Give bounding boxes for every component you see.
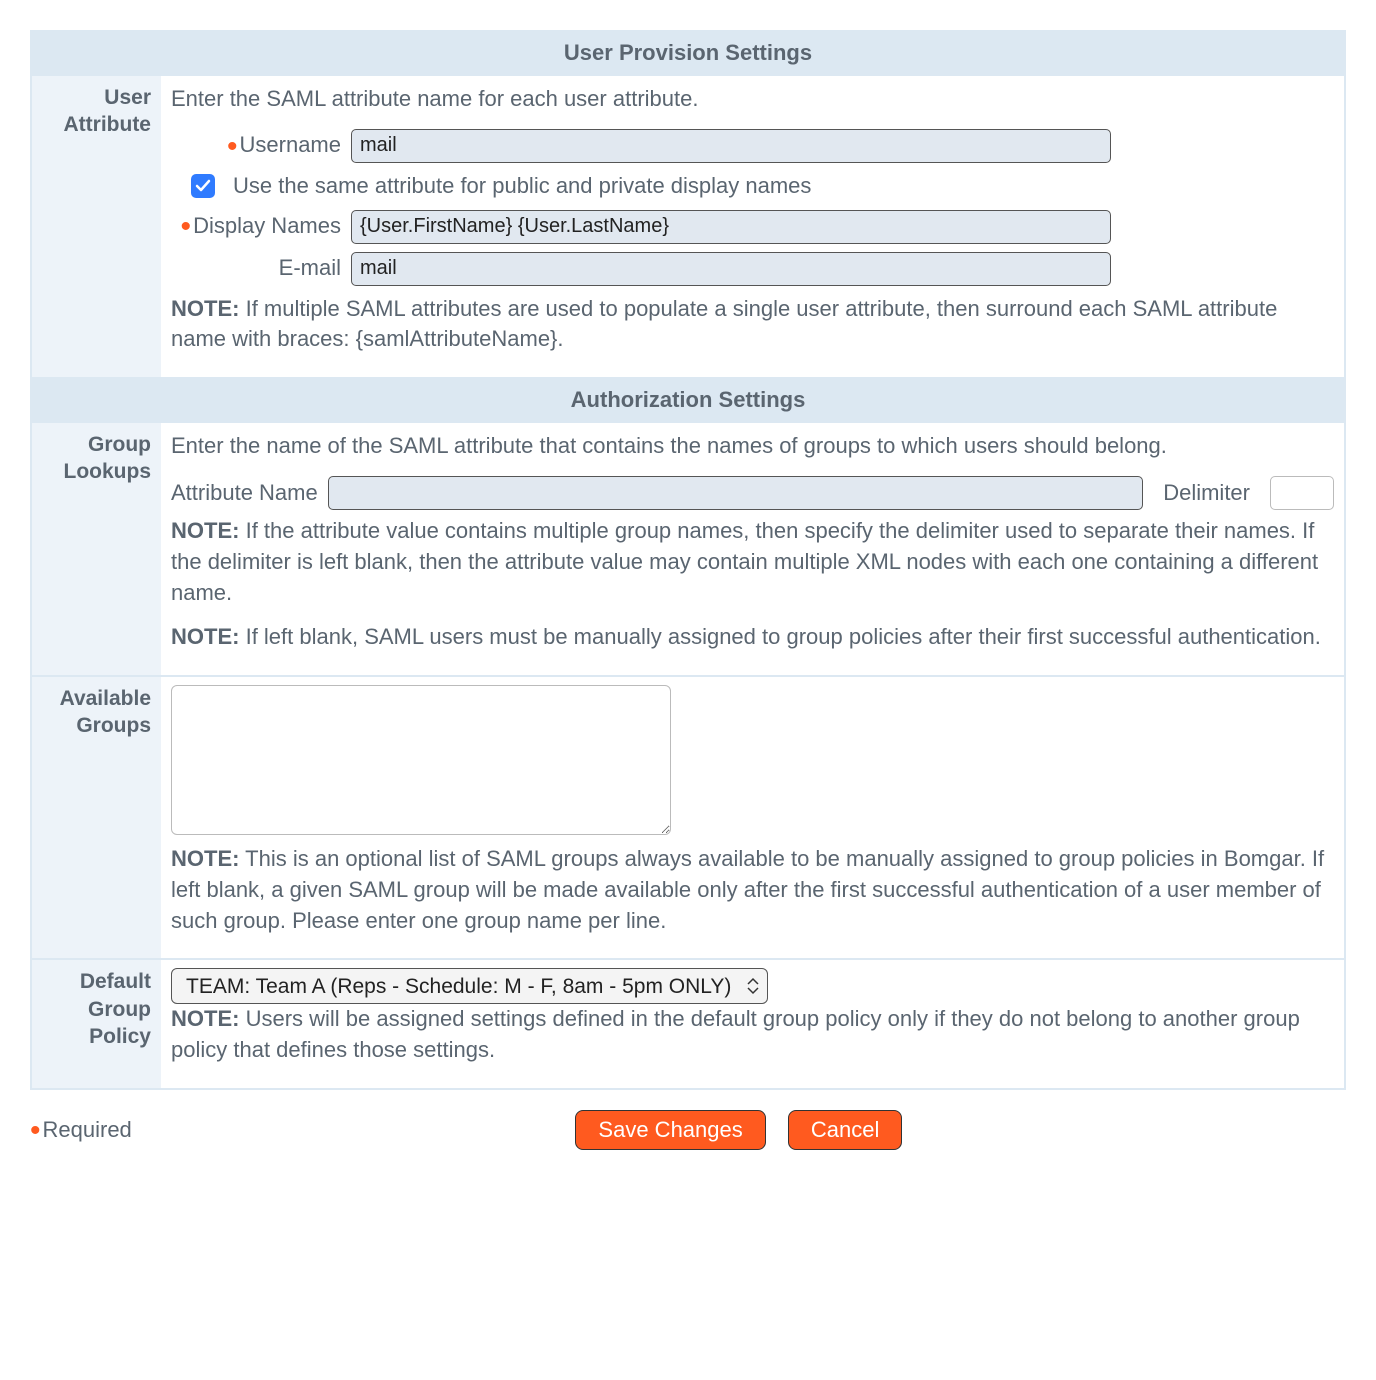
check-icon: [195, 178, 211, 194]
section-header-authorization: Authorization Settings: [31, 378, 1345, 422]
note-prefix: NOTE:: [171, 296, 239, 321]
note-prefix: NOTE:: [171, 1006, 239, 1031]
section-title: User Provision Settings: [31, 31, 1345, 75]
required-dot-icon: •: [227, 130, 238, 163]
display-names-label: Display Names: [193, 213, 341, 238]
row-group-lookups: Group Lookups Enter the name of the SAML…: [31, 422, 1345, 676]
checkbox-label: Use the same attribute for public and pr…: [233, 171, 811, 202]
email-label: E-mail: [279, 255, 341, 280]
username-input[interactable]: [351, 129, 1111, 163]
default-group-policy-select[interactable]: TEAM: Team A (Reps - Schedule: M - F, 8a…: [171, 968, 768, 1004]
email-input[interactable]: [351, 252, 1111, 286]
row-label-available-groups: Available Groups: [31, 676, 161, 959]
attribute-name-label: Attribute Name: [171, 478, 318, 509]
section-header-user-provision: User Provision Settings: [31, 31, 1345, 75]
required-legend: Required: [43, 1117, 132, 1142]
required-dot-icon: •: [181, 210, 192, 243]
row-default-group-policy: Default Group Policy TEAM: Team A (Reps …: [31, 959, 1345, 1089]
available-groups-textarea[interactable]: [171, 685, 671, 835]
save-button[interactable]: Save Changes: [575, 1110, 765, 1150]
row-user-attribute: User Attribute Enter the SAML attribute …: [31, 75, 1345, 378]
username-label: Username: [240, 132, 341, 157]
attribute-name-input[interactable]: [328, 476, 1143, 510]
settings-table: User Provision Settings User Attribute E…: [30, 30, 1346, 1090]
cancel-button[interactable]: Cancel: [788, 1110, 902, 1150]
section-title: Authorization Settings: [31, 378, 1345, 422]
delimiter-label: Delimiter: [1163, 478, 1250, 509]
note-prefix: NOTE:: [171, 846, 239, 871]
display-names-input[interactable]: [351, 210, 1111, 244]
row-label-default-group-policy: Default Group Policy: [31, 959, 161, 1089]
required-dot-icon: •: [30, 1114, 41, 1147]
note-prefix: NOTE:: [171, 518, 239, 543]
user-attribute-note: If multiple SAML attributes are used to …: [171, 296, 1277, 352]
group-lookups-note2: If left blank, SAML users must be manual…: [246, 624, 1321, 649]
user-attribute-intro: Enter the SAML attribute name for each u…: [171, 84, 1334, 115]
delimiter-input[interactable]: [1270, 476, 1334, 510]
row-available-groups: Available Groups NOTE: This is an option…: [31, 676, 1345, 959]
default-group-policy-selected: TEAM: Team A (Reps - Schedule: M - F, 8a…: [186, 972, 731, 1001]
available-groups-note: This is an optional list of SAML groups …: [171, 846, 1324, 933]
default-policy-note: Users will be assigned settings defined …: [171, 1006, 1300, 1062]
group-lookups-note1: If the attribute value contains multiple…: [171, 518, 1318, 605]
row-label-user-attribute: User Attribute: [31, 75, 161, 378]
same-display-names-checkbox[interactable]: [191, 174, 215, 198]
select-caret-icon: [747, 977, 759, 995]
row-label-group-lookups: Group Lookups: [31, 422, 161, 676]
footer: •Required Save Changes Cancel: [30, 1090, 1346, 1150]
group-lookups-intro: Enter the name of the SAML attribute tha…: [171, 431, 1334, 462]
note-prefix: NOTE:: [171, 624, 239, 649]
